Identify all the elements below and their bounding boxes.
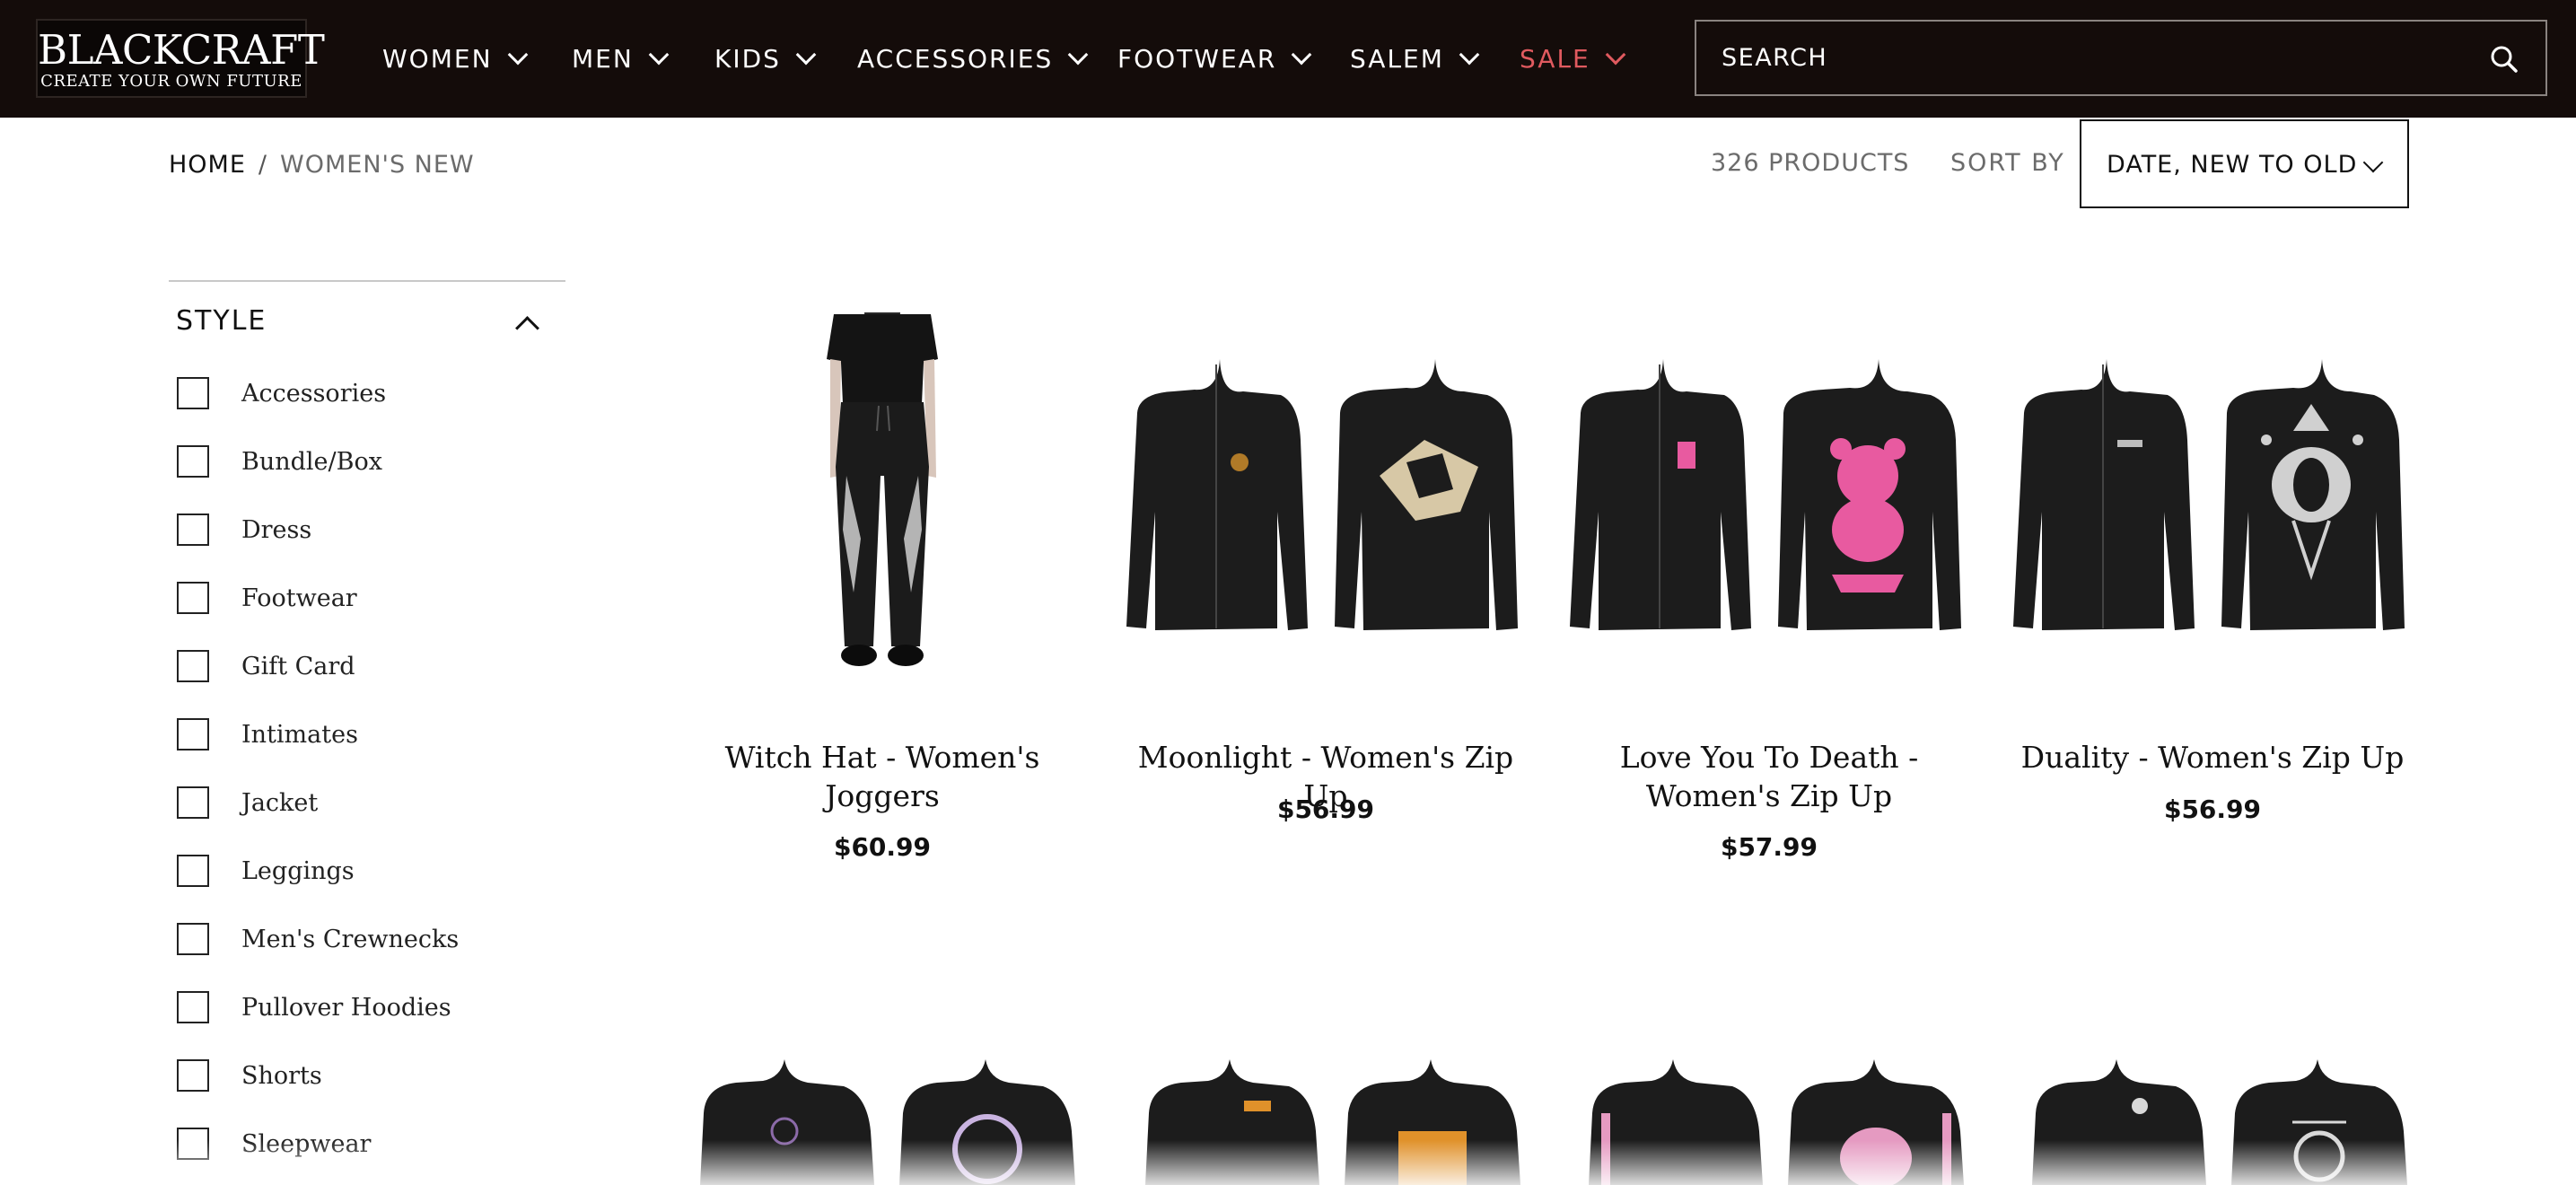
nav-label: SALEM (1350, 44, 1444, 74)
checkbox[interactable] (177, 855, 209, 887)
checkbox[interactable] (177, 991, 209, 1023)
nav-item-accessories[interactable]: ACCESSORIES (857, 0, 1089, 118)
chevron-down-icon (648, 44, 670, 65)
filter-option-label: Bundle/Box (241, 447, 382, 476)
bottom-fade (0, 1140, 2576, 1185)
filter-option-gift-card[interactable]: Gift Card (177, 648, 355, 684)
filter-option-label: Gift Card (241, 652, 355, 680)
filter-option-shorts[interactable]: Shorts (177, 1058, 322, 1093)
filter-option-leggings[interactable]: Leggings (177, 853, 355, 889)
filter-option-mens-crewnecks[interactable]: Men's Crewnecks (177, 921, 459, 957)
product-price: $56.99 (1276, 794, 1375, 824)
product-card[interactable]: Witch Hat - Women's Joggers $60.99 (676, 305, 1089, 880)
breadcrumb-separator: / (258, 151, 268, 179)
checkbox[interactable] (177, 650, 209, 682)
product-price: $57.99 (1720, 832, 1818, 862)
nav-item-kids[interactable]: KIDS (714, 0, 817, 118)
filter-option-dress[interactable]: Dress (177, 512, 311, 548)
breadcrumb: HOME / WOMEN'S NEW (169, 151, 475, 179)
product-name[interactable]: Joggers (676, 777, 1089, 815)
product-card[interactable]: Love You To Death - Women's Zip Up $57.9… (1563, 305, 1976, 880)
breadcrumb-home-link[interactable]: HOME (169, 151, 246, 179)
filter-group-title[interactable]: STYLE (176, 305, 267, 337)
chevron-down-icon (795, 44, 817, 65)
checkbox[interactable] (177, 786, 209, 819)
chevron-down-icon (1459, 44, 1480, 65)
checkbox[interactable] (177, 377, 209, 409)
filter-option-accessories[interactable]: Accessories (177, 375, 386, 411)
nav-item-footwear[interactable]: FOOTWEAR (1117, 0, 1312, 118)
sort-select-value: DATE, NEW TO OLD (2107, 151, 2358, 179)
filter-option-pullover-hoodies[interactable]: Pullover Hoodies (177, 989, 451, 1025)
filter-option-label: Footwear (241, 584, 357, 612)
filter-option-bundle-box[interactable]: Bundle/Box (177, 443, 382, 479)
product-name[interactable]: Witch Hat - Women's (676, 738, 1089, 777)
logo-tagline: CREATE YOUR OWN FUTURE (40, 72, 302, 91)
product-price: $56.99 (2163, 794, 2262, 824)
product-price: $60.99 (833, 832, 932, 862)
filter-option-label: Dress (241, 515, 312, 544)
nav-label: ACCESSORIES (857, 44, 1054, 74)
checkbox[interactable] (177, 445, 209, 478)
nav-item-salem[interactable]: SALEM (1350, 0, 1480, 118)
search-icon[interactable] (2488, 43, 2520, 75)
nav-label: FOOTWEAR (1117, 44, 1277, 74)
breadcrumb-current: WOMEN'S NEW (280, 151, 475, 179)
product-count: 326 PRODUCTS (1711, 149, 1910, 177)
chevron-down-icon (1605, 44, 1626, 65)
product-image[interactable] (2006, 305, 2419, 682)
filter-option-footwear[interactable]: Footwear (177, 580, 357, 616)
product-image[interactable] (676, 305, 1089, 682)
top-navigation-bar: BLACKCRAFT CREATE YOUR OWN FUTURE WOMEN … (0, 0, 2576, 118)
sort-by-label: SORT BY (1950, 149, 2065, 177)
nav-label: WOMEN (382, 44, 493, 74)
nav-label: SALE (1520, 44, 1590, 74)
filter-option-label: Intimates (241, 720, 358, 749)
chevron-down-icon (2362, 152, 2384, 173)
filter-option-label: Accessories (241, 379, 387, 408)
nav-label: KIDS (714, 44, 781, 74)
filter-option-label: Pullover Hoodies (241, 993, 451, 1022)
search-box (1695, 20, 2547, 96)
sort-select[interactable]: DATE, NEW TO OLD (2080, 119, 2409, 208)
filter-option-label: Shorts (241, 1061, 322, 1090)
product-name[interactable]: Love You To Death - (1563, 738, 1976, 777)
filter-divider (169, 280, 565, 282)
nav-label: MEN (572, 44, 634, 74)
nav-item-women[interactable]: WOMEN (382, 0, 528, 118)
checkbox[interactable] (177, 1059, 209, 1092)
nav-item-men[interactable]: MEN (572, 0, 670, 118)
checkbox[interactable] (177, 718, 209, 750)
product-name[interactable]: Duality - Women's Zip Up (2006, 738, 2419, 777)
product-card[interactable]: Duality - Women's Zip Up $56.99 (2006, 305, 2419, 844)
product-card[interactable]: Moonlight - Women's Zip Up $56.99 (1119, 305, 1532, 844)
checkbox[interactable] (177, 923, 209, 955)
filter-option-label: Leggings (241, 856, 355, 885)
filter-option-intimates[interactable]: Intimates (177, 716, 358, 752)
filter-option-label: Jacket (241, 788, 319, 817)
search-input[interactable] (1696, 22, 2468, 94)
chevron-down-icon (1067, 44, 1089, 65)
filter-option-label: Men's Crewnecks (241, 925, 460, 953)
product-image[interactable] (1563, 305, 1976, 682)
logo-wordmark: BLACKCRAFT (38, 26, 325, 74)
checkbox[interactable] (177, 514, 209, 546)
product-image[interactable] (1119, 305, 1532, 682)
chevron-up-icon[interactable] (515, 316, 539, 340)
nav-item-sale[interactable]: SALE (1520, 0, 1626, 118)
blackcraft-logo[interactable]: BLACKCRAFT CREATE YOUR OWN FUTURE (36, 19, 325, 98)
filter-option-jacket[interactable]: Jacket (177, 785, 318, 821)
product-name[interactable]: Women's Zip Up (1563, 777, 1976, 815)
chevron-down-icon (507, 44, 528, 65)
checkbox[interactable] (177, 582, 209, 614)
chevron-down-icon (1291, 44, 1312, 65)
